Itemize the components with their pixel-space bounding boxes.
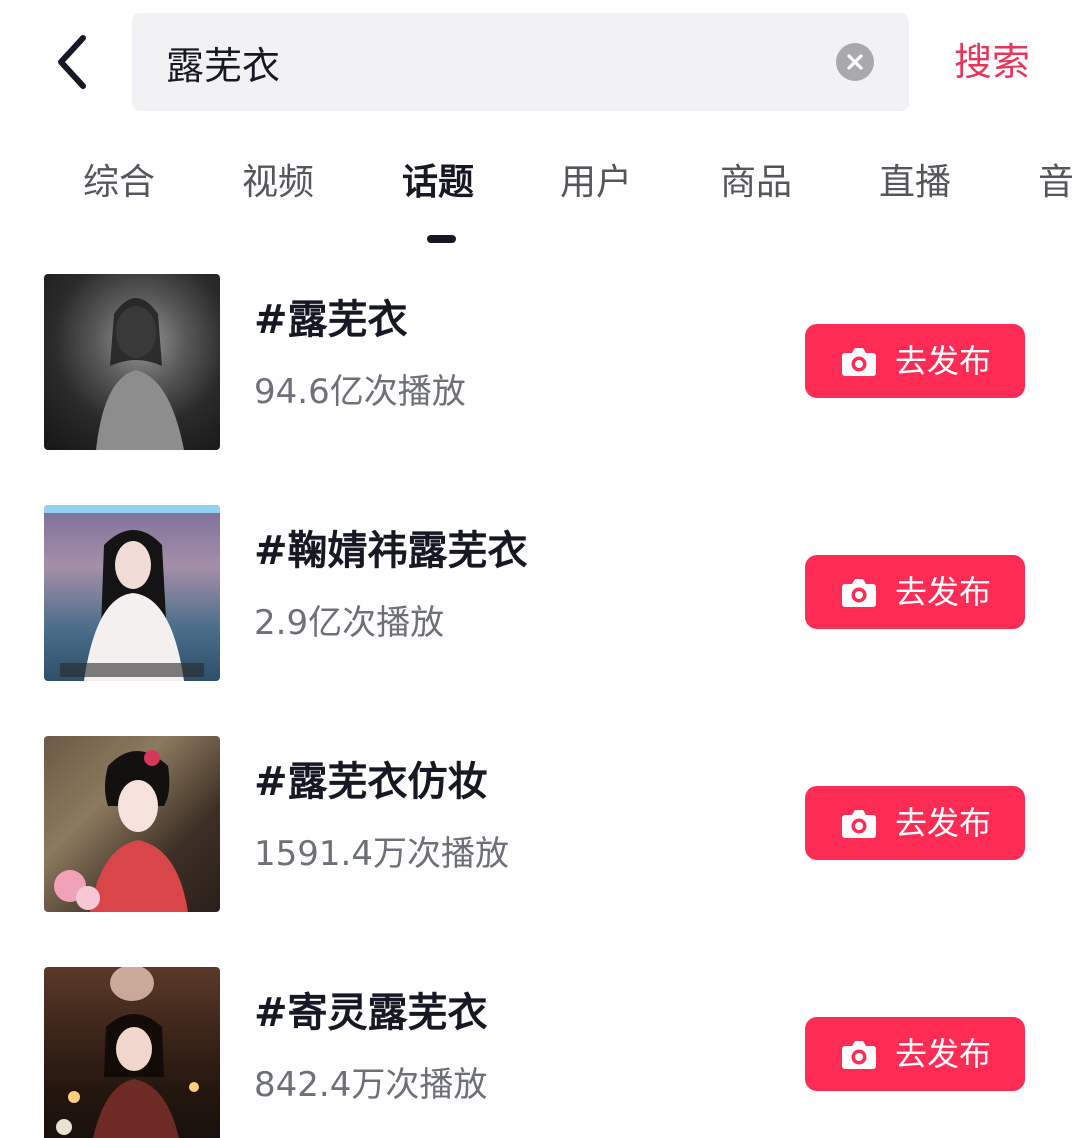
topic-play-count: 842.4万次播放 <box>254 1065 488 1105</box>
topic-play-count: 1591.4万次播放 <box>254 834 509 874</box>
publish-button[interactable]: 去发布 <box>805 786 1025 860</box>
search-button[interactable]: 搜索 <box>954 36 1030 88</box>
clear-icon <box>847 54 863 70</box>
topic-row[interactable]: #露芜衣仿妆 1591.4万次播放 去发布 <box>0 736 1080 912</box>
tab-product[interactable]: 商品 <box>720 158 792 208</box>
search-input[interactable] <box>166 13 806 111</box>
camera-icon <box>841 579 876 607</box>
publish-button-label: 去发布 <box>894 342 991 380</box>
topic-thumbnail <box>44 505 220 681</box>
tab-user[interactable]: 用户 <box>560 158 632 208</box>
topic-row[interactable]: #寄灵露芜衣 842.4万次播放 去发布 <box>0 967 1080 1138</box>
topic-title[interactable]: #露芜衣 <box>254 292 408 348</box>
publish-button[interactable]: 去发布 <box>805 1017 1025 1091</box>
publish-button[interactable]: 去发布 <box>805 324 1025 398</box>
camera-icon <box>841 810 876 838</box>
publish-button-label: 去发布 <box>894 573 991 611</box>
topic-row[interactable]: #鞠婧祎露芜衣 2.9亿次播放 去发布 <box>0 505 1080 681</box>
topic-play-count: 94.6亿次播放 <box>254 372 466 412</box>
topic-thumbnail <box>44 736 220 912</box>
publish-button-label: 去发布 <box>894 1035 991 1073</box>
topic-title[interactable]: #鞠婧祎露芜衣 <box>254 523 528 579</box>
publish-button-label: 去发布 <box>894 804 991 842</box>
clear-button[interactable] <box>836 43 874 81</box>
back-button[interactable] <box>48 30 98 94</box>
camera-icon <box>841 348 876 376</box>
tab-video[interactable]: 视频 <box>242 158 314 208</box>
tab-music[interactable]: 音 <box>1038 158 1074 208</box>
topic-title[interactable]: #露芜衣仿妆 <box>254 754 488 810</box>
topic-thumbnail <box>44 967 220 1138</box>
tab-live[interactable]: 直播 <box>879 158 951 208</box>
topic-title[interactable]: #寄灵露芜衣 <box>254 985 488 1041</box>
category-tabs: 综合 视频 话题 用户 商品 直播 音 <box>0 150 1080 250</box>
search-box <box>132 13 909 111</box>
active-tab-indicator <box>427 235 456 243</box>
publish-button[interactable]: 去发布 <box>805 555 1025 629</box>
topic-row[interactable]: #露芜衣 94.6亿次播放 去发布 <box>0 274 1080 450</box>
camera-icon <box>841 1041 876 1069</box>
tab-topic[interactable]: 话题 <box>402 158 474 208</box>
topic-thumbnail <box>44 274 220 450</box>
topic-play-count: 2.9亿次播放 <box>254 603 445 643</box>
tab-comprehensive[interactable]: 综合 <box>83 158 155 208</box>
back-arrow-icon <box>58 35 86 89</box>
